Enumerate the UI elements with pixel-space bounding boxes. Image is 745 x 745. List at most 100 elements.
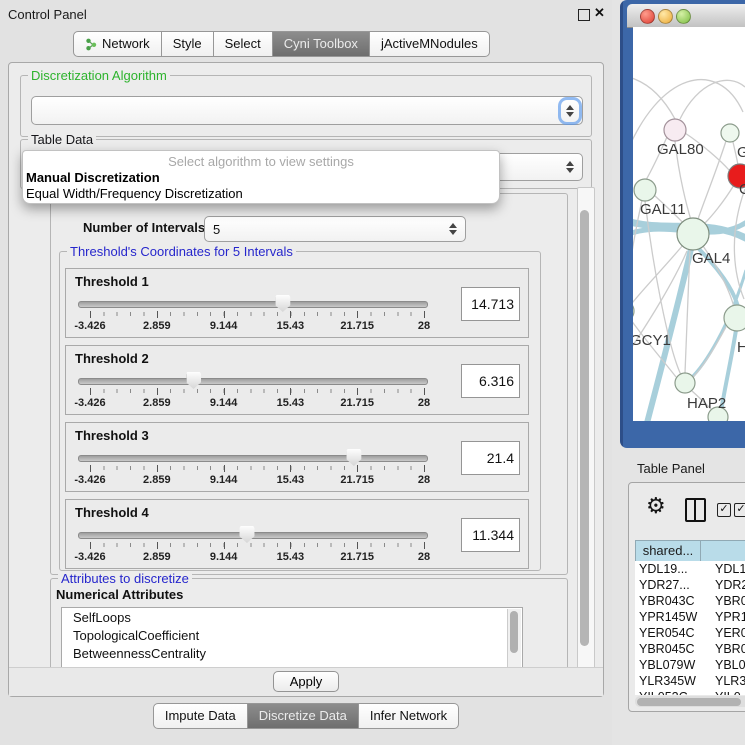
- num-intervals-combobox[interactable]: 5: [204, 216, 466, 242]
- tab-style[interactable]: Style: [162, 31, 214, 57]
- network-node[interactable]: [724, 305, 745, 331]
- threshold-value-field[interactable]: 11.344: [461, 518, 520, 552]
- network-node[interactable]: [664, 119, 686, 141]
- network-node-label: C: [739, 181, 745, 198]
- network-window-titlebar[interactable]: [627, 4, 745, 28]
- tab-cyni-toolbox[interactable]: Cyni Toolbox: [273, 31, 370, 57]
- network-node-label: H: [737, 339, 745, 356]
- slider-tick-label: 28: [418, 320, 430, 332]
- slider-ticks: -3.4262.8599.14415.4321.71528: [90, 524, 424, 566]
- network-node[interactable]: [634, 179, 656, 201]
- slider-tick-label: -3.426: [74, 320, 105, 332]
- slider-tick-label: 15.43: [277, 474, 305, 486]
- network-node[interactable]: [677, 218, 709, 250]
- tab-label: Discretize Data: [259, 704, 347, 728]
- table-panel-title: Table Panel: [637, 461, 705, 476]
- column-header-name[interactable]: na: [700, 540, 745, 562]
- close-traffic-light-icon[interactable]: [640, 9, 655, 24]
- apply-button[interactable]: Apply: [273, 671, 339, 692]
- slider-minor-ticks: [90, 389, 424, 393]
- tab-discretize-data[interactable]: Discretize Data: [248, 703, 359, 729]
- network-node[interactable]: [675, 373, 695, 393]
- screen: Control Panel ✕ Network Style Select Cyn…: [0, 0, 745, 745]
- tab-jactivemnodules[interactable]: jActiveMNodules: [370, 31, 490, 57]
- threshold-label: Threshold 3: [75, 428, 149, 443]
- split-view-icon[interactable]: [685, 498, 706, 522]
- table-cell: YIL0: [701, 689, 741, 695]
- gear-icon[interactable]: ⚙: [646, 493, 666, 519]
- panel-scrollbar[interactable]: [577, 187, 595, 669]
- tab-select[interactable]: Select: [214, 31, 273, 57]
- slider-major-tick: [290, 388, 291, 395]
- threshold-slider-3[interactable]: -3.4262.8599.14415.4321.71528: [90, 447, 424, 489]
- table-row[interactable]: YDR27...YDR2: [635, 577, 745, 593]
- threshold-value-field[interactable]: 14.713: [461, 287, 520, 321]
- slider-tick-label: 21.715: [340, 474, 374, 486]
- table-row[interactable]: YBR045CYBR0: [635, 641, 745, 657]
- threshold-label: Threshold 1: [75, 274, 149, 289]
- checkbox-icon[interactable]: ✓: [734, 503, 745, 517]
- list-scrollbar-thumb[interactable]: [510, 611, 518, 653]
- attribute-list-item[interactable]: SelfLoops: [62, 608, 522, 626]
- slider-major-tick: [357, 542, 358, 549]
- slider-major-tick: [90, 542, 91, 549]
- threshold-slider-1[interactable]: -3.4262.8599.14415.4321.71528: [90, 293, 424, 335]
- table-row[interactable]: YBL079WYBL0: [635, 657, 745, 673]
- tab-impute-data[interactable]: Impute Data: [153, 703, 248, 729]
- stepper-icon[interactable]: [444, 223, 462, 235]
- slider-major-tick: [357, 388, 358, 395]
- slider-tick-label: 2.859: [143, 474, 171, 486]
- arrow-down-icon: [566, 112, 574, 117]
- slider-major-tick: [224, 311, 225, 318]
- attribute-list-item[interactable]: TopologicalCoefficient: [62, 626, 522, 644]
- table-panel: ⚙ ✓ ✓ shared... na YDL19...YDL1YDR27...Y…: [628, 482, 745, 712]
- table-row[interactable]: YLR345WYLR3: [635, 673, 745, 689]
- stepper-icon[interactable]: [561, 161, 579, 173]
- dropdown-option-equal-width-frequency[interactable]: Equal Width/Frequency Discretization: [26, 186, 243, 201]
- table-row[interactable]: YIL052CYIL0: [635, 689, 745, 695]
- slider-major-tick: [157, 465, 158, 472]
- threshold-slider-2[interactable]: -3.4262.8599.14415.4321.71528: [90, 370, 424, 412]
- table-hscrollbar-thumb[interactable]: [637, 698, 741, 706]
- threshold-slider-4[interactable]: -3.4262.8599.14415.4321.71528: [90, 524, 424, 566]
- table-row[interactable]: YDL19...YDL1: [635, 561, 745, 577]
- slider-major-tick: [224, 465, 225, 472]
- table-row[interactable]: YBR043CYBR0: [635, 593, 745, 609]
- slider-tick-label: 9.144: [210, 551, 238, 563]
- checkbox-icon[interactable]: ✓: [717, 503, 731, 517]
- slider-major-tick: [290, 542, 291, 549]
- zoom-traffic-light-icon[interactable]: [676, 9, 691, 24]
- column-header-shared[interactable]: shared...: [635, 540, 701, 562]
- slider-minor-ticks: [90, 543, 424, 547]
- table-hscrollbar[interactable]: [635, 696, 745, 707]
- tab-network[interactable]: Network: [73, 31, 162, 57]
- slider-tick-label: 9.144: [210, 320, 238, 332]
- float-window-icon[interactable]: [578, 9, 590, 21]
- threshold-value-field[interactable]: 21.4: [461, 441, 520, 475]
- close-icon[interactable]: ✕: [594, 5, 605, 21]
- threshold-panel-1: Threshold 1 -3.4262.8599.14415.4321.7152…: [65, 268, 529, 338]
- slider-major-tick: [157, 311, 158, 318]
- table-cell: YLR3: [701, 673, 745, 689]
- interval-definition-group: Interval Definition Number of Intervals …: [50, 193, 568, 575]
- stepper-icon[interactable]: [561, 100, 579, 122]
- attribute-list-item[interactable]: BetweennessCentrality: [62, 644, 522, 662]
- threshold-value-field[interactable]: 6.316: [461, 364, 520, 398]
- arrow-up-icon: [566, 105, 574, 110]
- slider-tick-label: -3.426: [74, 474, 105, 486]
- network-window: GAL80 G C GAL11 GAL4 GCY1 H HAP2: [620, 0, 745, 448]
- algorithm-combobox[interactable]: [31, 96, 583, 125]
- tab-infer-network[interactable]: Infer Network: [359, 703, 459, 729]
- table-row[interactable]: YPR145WYPR1: [635, 609, 745, 625]
- panel-scrollbar-thumb[interactable]: [580, 210, 589, 646]
- table-row[interactable]: YER054CYER0: [635, 625, 745, 641]
- network-node[interactable]: [721, 124, 739, 142]
- minimize-traffic-light-icon[interactable]: [658, 9, 673, 24]
- table-cell: YBR0: [701, 641, 745, 657]
- threshold-panel-3: Threshold 3 -3.4262.8599.14415.4321.7152…: [65, 422, 529, 492]
- network-node-label: GAL4: [692, 250, 730, 267]
- slider-tick-label: -3.426: [74, 397, 105, 409]
- network-node[interactable]: [633, 300, 634, 322]
- network-canvas[interactable]: GAL80 G C GAL11 GAL4 GCY1 H HAP2: [633, 27, 745, 421]
- dropdown-option-manual-discretization[interactable]: Manual Discretization: [26, 170, 160, 185]
